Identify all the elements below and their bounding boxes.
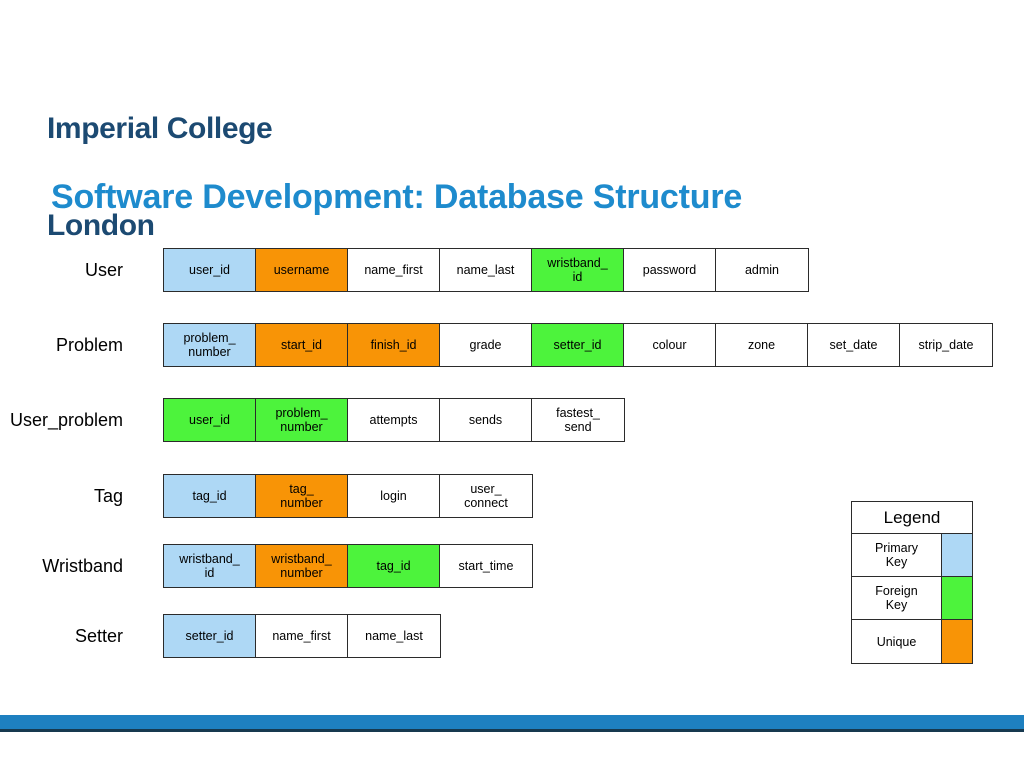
legend-label: Primary Key: [852, 534, 942, 576]
column-cell: name_last: [348, 615, 440, 657]
column-cell: grade: [440, 324, 532, 366]
column-cell: wristband_ number: [256, 545, 348, 587]
footer-accent-bar: [0, 715, 1024, 729]
column-cell: tag_ number: [256, 475, 348, 517]
table-columns: setter_id name_first name_last: [163, 614, 441, 658]
column-cell: strip_date: [900, 324, 992, 366]
legend-title: Legend: [852, 502, 972, 534]
table-name-label: Problem: [55, 335, 123, 355]
legend-box: Legend Primary Key Foreign Key Unique: [851, 501, 973, 664]
logo-line-1: Imperial College: [47, 111, 273, 145]
legend-label: Foreign Key: [852, 577, 942, 619]
table-columns: user_id problem_ number attempts sends faste…: [163, 398, 625, 442]
column-cell: fastest_ send: [532, 399, 624, 441]
legend-label: Unique: [852, 620, 942, 663]
column-cell: user_id: [164, 249, 256, 291]
table-row: Problem problem_ number start_id finish_id g…: [0, 323, 1024, 367]
table-columns: tag_id tag_ number login user_ connect: [163, 474, 533, 518]
column-cell: start_time: [440, 545, 532, 587]
table-name-label: User_problem: [9, 410, 123, 430]
column-cell: sends: [440, 399, 532, 441]
table-columns: wristband_ id wristband_ number tag_id star…: [163, 544, 533, 588]
column-cell: tag_id: [164, 475, 256, 517]
column-cell: problem_ number: [256, 399, 348, 441]
column-cell: name_last: [440, 249, 532, 291]
footer-rule-line: [0, 729, 1024, 732]
legend-color-swatch: [942, 620, 972, 663]
column-cell: name_first: [348, 249, 440, 291]
table-row: User_problem user_id problem_ number attemp…: [0, 398, 1024, 442]
column-cell: setter_id: [532, 324, 624, 366]
column-cell: wristband_ id: [532, 249, 624, 291]
column-cell: zone: [716, 324, 808, 366]
legend-color-swatch: [942, 534, 972, 576]
table-name-label: Wristband: [42, 556, 123, 576]
column-cell: wristband_ id: [164, 545, 256, 587]
column-cell: login: [348, 475, 440, 517]
column-cell: password: [624, 249, 716, 291]
column-cell: username: [256, 249, 348, 291]
table-name-label: Setter: [74, 626, 123, 646]
column-cell: set_date: [808, 324, 900, 366]
column-cell: attempts: [348, 399, 440, 441]
page-title: Software Development: Database Structure: [51, 178, 743, 216]
column-cell: colour: [624, 324, 716, 366]
column-cell: finish_id: [348, 324, 440, 366]
column-cell: problem_ number: [164, 324, 256, 366]
table-row: User user_id username name_first name_last wr…: [0, 248, 1024, 292]
column-cell: setter_id: [164, 615, 256, 657]
table-columns: user_id username name_first name_last wristb…: [163, 248, 809, 292]
table-name-label: Tag: [93, 486, 123, 506]
imperial-college-london-logo: Imperial College London: [47, 48, 273, 275]
table-name-label: User: [84, 260, 123, 280]
column-cell: start_id: [256, 324, 348, 366]
column-cell: user_id: [164, 399, 256, 441]
column-cell: name_first: [256, 615, 348, 657]
legend-row: Unique: [852, 620, 972, 663]
column-cell: user_ connect: [440, 475, 532, 517]
column-cell: tag_id: [348, 545, 440, 587]
legend-row: Primary Key: [852, 534, 972, 577]
legend-row: Foreign Key: [852, 577, 972, 620]
table-columns: problem_ number start_id finish_id grade set…: [163, 323, 993, 367]
column-cell: admin: [716, 249, 808, 291]
legend-color-swatch: [942, 577, 972, 619]
